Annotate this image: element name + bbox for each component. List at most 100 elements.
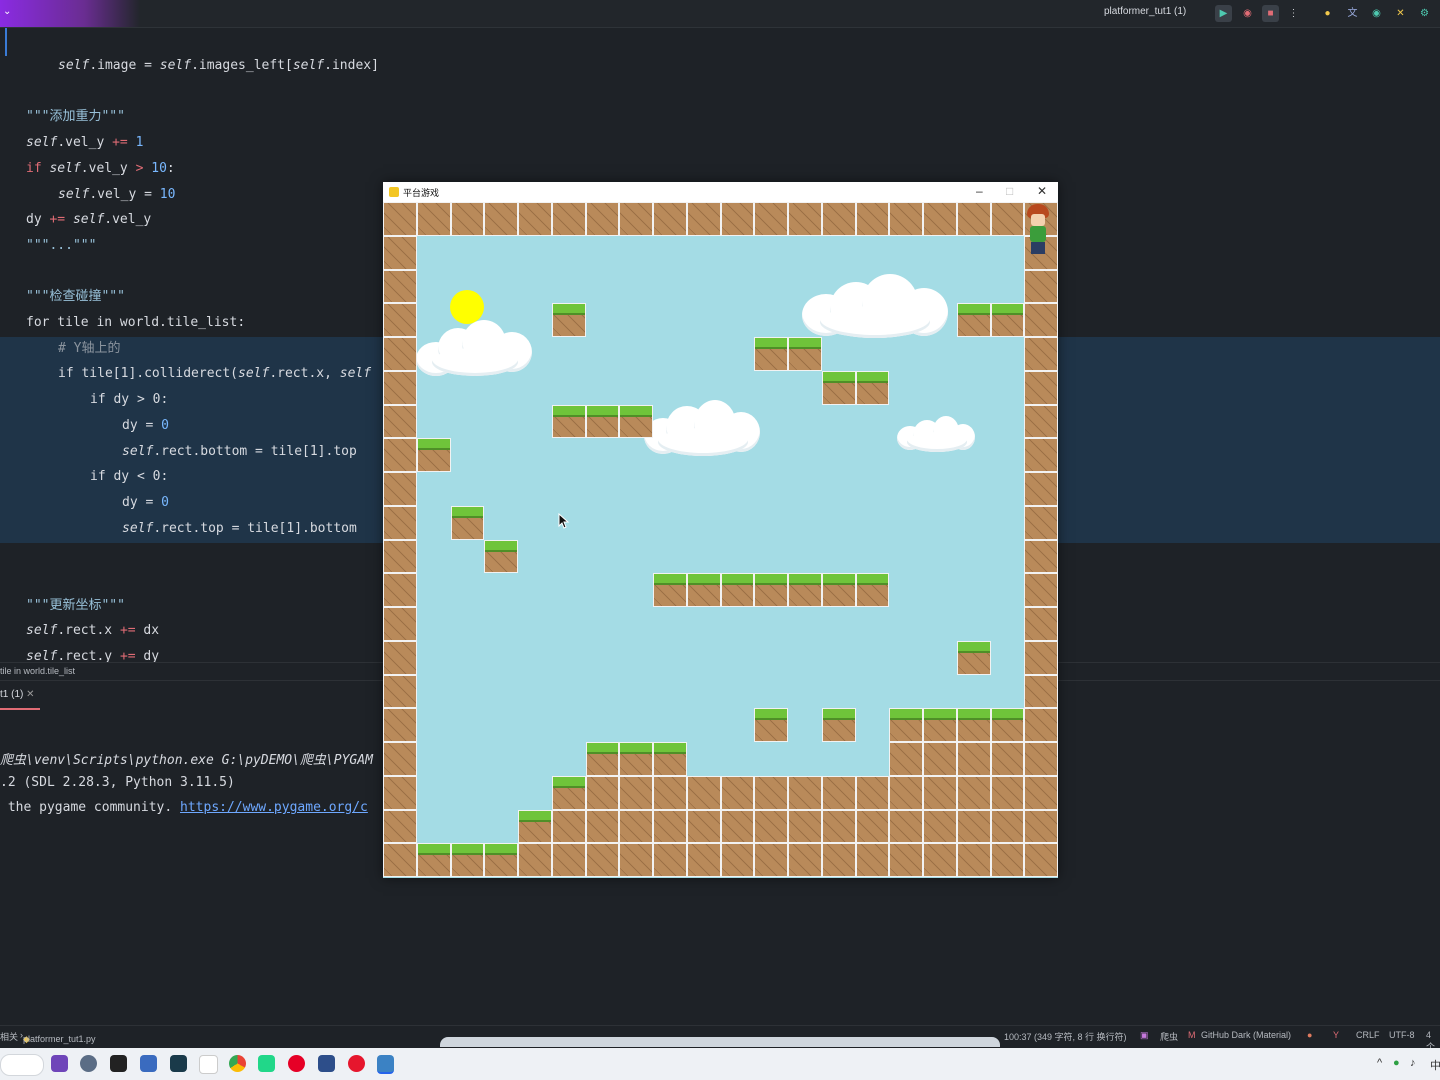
code-line[interactable]: self.rect.bottom = tile[1].top [122, 444, 357, 460]
microphone-icon[interactable]: ♪ [1410, 1057, 1416, 1069]
app-icon[interactable] [318, 1055, 335, 1072]
code-line[interactable]: if self.vel_y > 10: [26, 161, 175, 177]
maximize-button[interactable]: □ [1006, 184, 1013, 198]
dirt-tile [383, 843, 417, 877]
dirt-tile [585, 775, 620, 810]
status-breadcrumb-root[interactable]: 相关 [0, 1030, 18, 1043]
game-canvas[interactable] [383, 202, 1058, 878]
grass-tile [754, 337, 788, 371]
code-line[interactable]: """添加重力""" [26, 109, 125, 125]
code-line[interactable]: self.rect.top = tile[1].bottom [122, 521, 357, 537]
code-line[interactable]: self.image = self.images_left[self.index… [58, 58, 379, 74]
grass-tile [821, 573, 856, 607]
dirt-tile [754, 843, 788, 877]
code-line[interactable]: self.vel_y = 10 [58, 187, 175, 203]
dirt-tile [923, 775, 957, 810]
dirt-tile [686, 775, 721, 810]
code-line[interactable]: if dy > 0: [90, 392, 168, 408]
ime-indicator[interactable]: 中 [1430, 1057, 1440, 1073]
game-window-title: 平台游戏 [403, 188, 440, 198]
code-line[interactable]: dy += self.vel_y [26, 212, 151, 228]
netease-music-icon[interactable] [288, 1055, 305, 1072]
ide-toolbar: ⌄ platformer_tut1 (1) ▶ ◉ ■ ⋮ ● 文 ◉ ✕ ⚙ [0, 0, 1440, 28]
code-line[interactable]: if tile[1].colliderect(self.rect.x, self [58, 366, 371, 382]
grass-tile [821, 708, 856, 742]
console-line: 爬虫\venv\Scripts\python.exe G:\pyDEMO\爬虫\… [0, 753, 373, 768]
typora-icon[interactable] [199, 1055, 218, 1074]
chrome-icon[interactable] [229, 1055, 246, 1072]
game-window-titlebar[interactable]: 平台游戏 – □ ✕ [383, 182, 1058, 202]
dirt-tile [383, 235, 417, 270]
dirt-tile [1024, 573, 1058, 607]
chevron-down-icon[interactable]: ⌄ [3, 6, 11, 17]
dirt-tile [788, 809, 822, 844]
status-cursor-position[interactable]: 100:37 (349 字符, 8 行 换行符) [1004, 1030, 1127, 1043]
status-theme[interactable]: GitHub Dark (Material) [1201, 1030, 1291, 1040]
tray-chevron-icon[interactable]: ^ [1377, 1057, 1382, 1069]
code-line[interactable]: dy = 0 [122, 495, 169, 511]
code-line[interactable]: if dy < 0: [90, 469, 168, 485]
code-line[interactable]: # Y轴上的 [58, 341, 120, 357]
stop-icon[interactable]: ■ [1262, 5, 1279, 22]
status-branch[interactable]: 爬虫 [1160, 1030, 1178, 1043]
code-line[interactable]: self.rect.x += dx [26, 623, 159, 639]
taskbar-search[interactable] [0, 1054, 44, 1076]
code-line[interactable]: for tile in world.tile_list: [26, 315, 245, 331]
dirt-tile [383, 202, 417, 236]
plugin-icon[interactable]: Y [1333, 1030, 1339, 1040]
dirt-tile [686, 809, 721, 844]
terminal-icon[interactable] [110, 1055, 127, 1072]
code-line[interactable]: """更新坐标""" [26, 598, 125, 614]
run-config-selector[interactable]: platformer_tut1 (1) [1104, 6, 1186, 17]
status-line-endings[interactable]: CRLF [1356, 1030, 1380, 1040]
project-widget[interactable] [0, 0, 140, 27]
app-dock[interactable] [440, 1037, 1000, 1047]
grass-tile [585, 404, 620, 439]
dirt-tile [1024, 269, 1058, 304]
game-window[interactable]: 平台游戏 – □ ✕ [383, 182, 1058, 878]
pygame-window-icon[interactable] [377, 1055, 394, 1074]
dirt-tile [383, 505, 417, 540]
debug-icon[interactable]: ◉ [1239, 5, 1256, 22]
grass-tile [788, 573, 822, 607]
code-line[interactable]: self.vel_y += 1 [26, 135, 143, 151]
code-line[interactable]: dy = 0 [122, 418, 169, 434]
tab-run[interactable]: t1 (1) ✕ [0, 689, 35, 700]
code-line[interactable]: """检查碰撞""" [26, 289, 125, 305]
grass-tile [788, 337, 822, 371]
code-line[interactable]: self.rect.y += dy [26, 649, 159, 662]
grass-tile [518, 809, 552, 844]
caret-marker [5, 28, 7, 56]
dirt-tile [754, 775, 788, 810]
minimize-button[interactable]: – [976, 184, 983, 198]
breadcrumb[interactable]: tile in world.tile_list [0, 666, 75, 676]
dirt-tile [889, 809, 923, 844]
status-encoding[interactable]: UTF-8 [1389, 1030, 1415, 1040]
visual-studio-icon[interactable] [51, 1055, 68, 1072]
pycharm-icon[interactable] [258, 1055, 275, 1072]
more-icon[interactable]: ⋮ [1285, 5, 1302, 22]
dirt-tile [855, 775, 890, 810]
translate-icon[interactable]: 文 [1344, 5, 1361, 22]
dirt-tile [855, 809, 890, 844]
close-icon[interactable]: ✕ [26, 689, 34, 700]
app-icon[interactable] [140, 1055, 157, 1072]
grass-tile [923, 708, 957, 742]
dirt-tile [383, 337, 417, 371]
console-link[interactable]: https://www.pygame.org/c [180, 800, 368, 815]
close-button[interactable]: ✕ [1037, 184, 1047, 198]
run-icon[interactable]: ▶ [1215, 5, 1232, 22]
tray-app-icon[interactable]: ● [1393, 1057, 1400, 1069]
users-icon[interactable]: ● [1319, 5, 1336, 22]
code-line[interactable]: """...""" [26, 238, 96, 254]
tools-icon[interactable]: ✕ [1392, 5, 1409, 22]
mouse-cursor-icon [558, 513, 570, 529]
settings-app-icon[interactable] [80, 1055, 97, 1072]
status-file[interactable]: › ◆ platformer_tut1.py [20, 1030, 96, 1044]
weibo-icon[interactable] [348, 1055, 365, 1072]
settings-icon[interactable]: ⚙ [1416, 5, 1433, 22]
dirt-tile [653, 202, 687, 236]
app-icon[interactable] [170, 1055, 187, 1072]
status-icon[interactable]: ◉ [1368, 5, 1385, 22]
notification-icon[interactable]: ● [1307, 1030, 1312, 1040]
